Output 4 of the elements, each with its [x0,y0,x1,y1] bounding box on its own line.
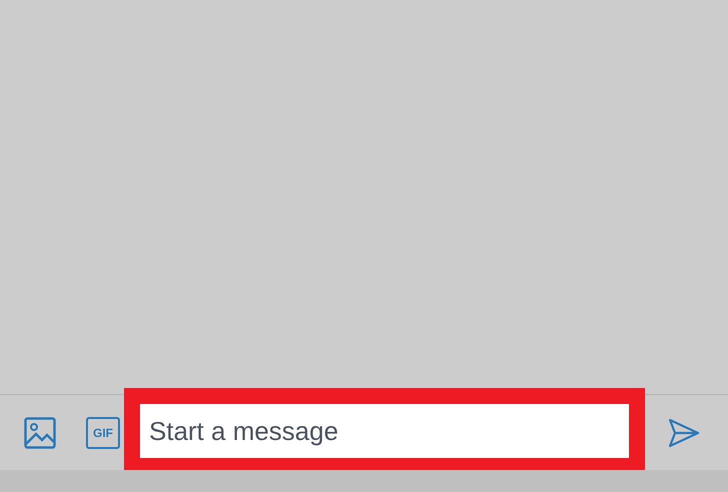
message-field[interactable]: Start a message [140,404,629,458]
send-icon[interactable] [668,418,700,448]
gif-button[interactable]: GIF [86,416,120,448]
image-icon[interactable] [24,416,56,448]
